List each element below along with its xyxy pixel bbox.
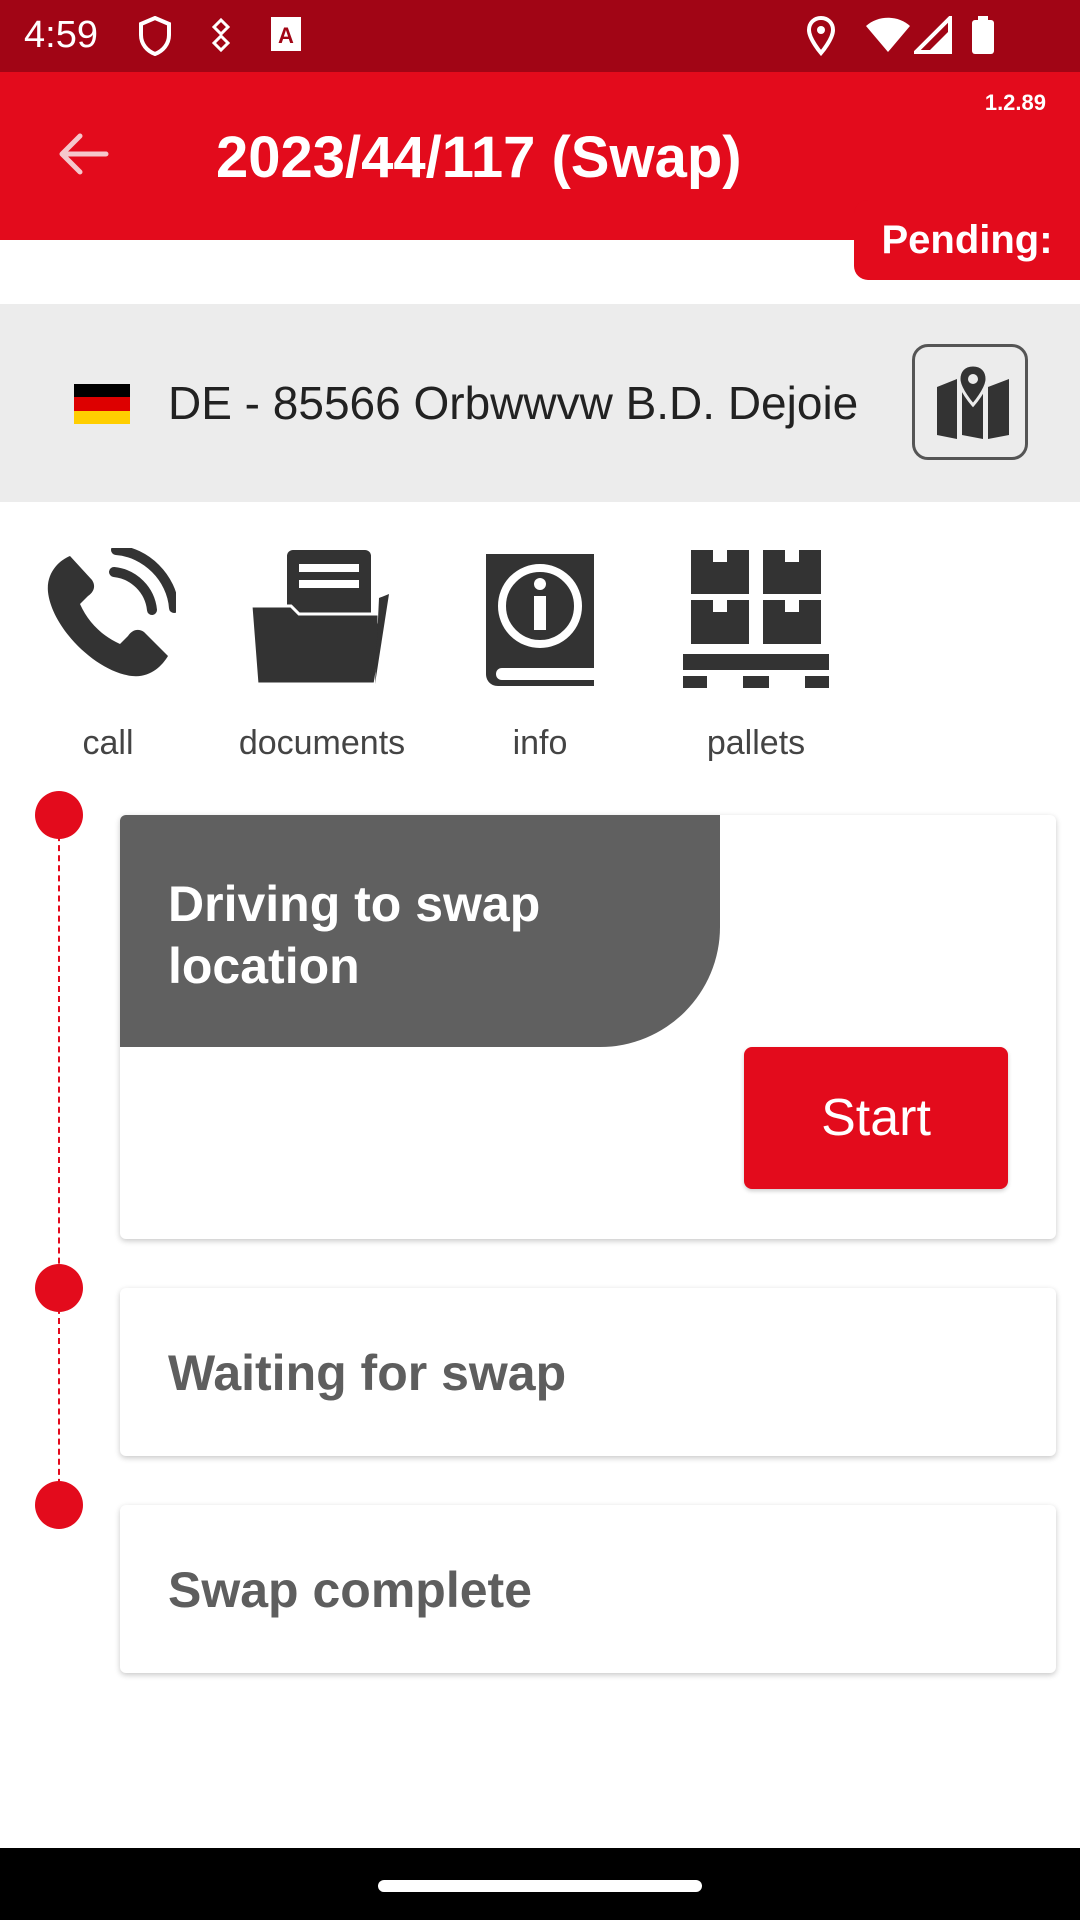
timeline-dot xyxy=(35,1264,83,1312)
action-label-pallets: pallets xyxy=(706,724,806,762)
call-button[interactable]: call xyxy=(18,548,198,762)
translate-icon: A xyxy=(271,17,301,51)
info-book-icon xyxy=(486,554,594,686)
status-bar: 4:59 A xyxy=(0,0,1080,72)
phone-icon xyxy=(47,548,176,677)
action-label-documents: documents xyxy=(238,724,406,762)
location-icon xyxy=(806,16,836,56)
pallets-icon xyxy=(683,550,829,688)
home-gesture-handle[interactable] xyxy=(378,1880,702,1892)
step-card-complete[interactable]: Swap complete xyxy=(120,1505,1056,1673)
status-time: 4:59 xyxy=(24,14,98,56)
germany-flag-icon xyxy=(74,384,130,424)
info-button[interactable]: info xyxy=(450,548,630,762)
step-title: Swap complete xyxy=(168,1562,532,1618)
shield-icon xyxy=(139,16,171,56)
app-version: 1.2.89 xyxy=(984,90,1046,115)
timeline-dot xyxy=(35,1481,83,1529)
timeline-line xyxy=(58,815,60,1505)
map-pin-icon xyxy=(937,365,1009,439)
step-title: Driving to swap location xyxy=(120,815,720,1047)
step-title: Waiting for swap xyxy=(168,1345,567,1401)
folder-icon xyxy=(249,550,389,686)
documents-button[interactable]: documents xyxy=(232,548,412,762)
action-label-info: info xyxy=(512,724,568,762)
step-card-waiting[interactable]: Waiting for swap xyxy=(120,1288,1056,1456)
address-text: DE - 85566 Orbwwvw B.D. Dejoie xyxy=(168,377,859,429)
step-card-driving: Driving to swap location Start xyxy=(120,815,1056,1239)
battery-icon xyxy=(972,16,994,54)
signal-icon xyxy=(914,16,952,54)
wifi-icon xyxy=(866,17,910,52)
page-title: 2023/44/117 (Swap) xyxy=(216,125,742,190)
action-label-call: call xyxy=(82,724,134,762)
svg-text:A: A xyxy=(278,23,294,48)
system-nav-bar xyxy=(0,1848,1080,1920)
timeline-dot xyxy=(35,791,83,839)
pending-badge[interactable]: Pending: 1 xyxy=(854,200,1080,342)
back-arrow-icon[interactable] xyxy=(52,124,112,184)
start-button[interactable]: Start xyxy=(744,1047,1008,1189)
pallets-button[interactable]: pallets xyxy=(666,548,846,762)
map-button[interactable] xyxy=(912,344,1028,460)
download-icon xyxy=(211,17,231,53)
